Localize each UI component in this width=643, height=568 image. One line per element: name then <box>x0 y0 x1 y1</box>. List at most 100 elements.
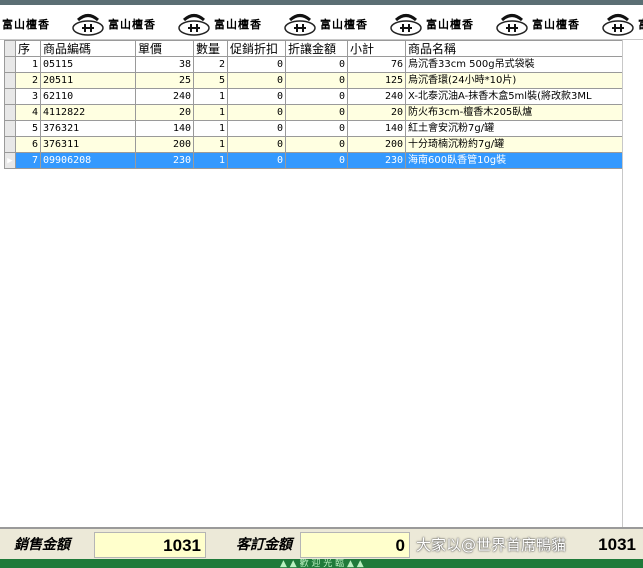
brand-name-text: 富山檀香 <box>214 18 262 31</box>
incense-logo-icon <box>72 14 104 36</box>
brand-logo-tile: 富山檀香 <box>278 8 384 38</box>
row-indicator[interactable] <box>4 72 16 89</box>
table-row[interactable]: ▶ 7 09906208 230 1 0 0 230 海南600臥香管10g裝 <box>4 152 623 169</box>
incense-logo-icon <box>496 14 528 36</box>
row-seq-cell[interactable]: 1 <box>15 56 41 73</box>
product-code-cell[interactable]: 20511 <box>40 72 136 89</box>
sales-detail-grid[interactable]: 序商品編碼 單價 數量 促銷折扣 折讓金額 小計 商品名稱 1 05115 38 2 0 0 76 烏沉香… <box>4 40 623 169</box>
row-seq-cell[interactable]: 5 <box>15 120 41 137</box>
brand-name-text: 富山檀香 <box>2 18 50 31</box>
subtotal-cell[interactable]: 230 <box>347 152 406 169</box>
row-seq-cell[interactable]: 2 <box>15 72 41 89</box>
brand-name-text: 富山檀香 <box>426 18 474 31</box>
column-header[interactable]: 序 <box>15 40 41 57</box>
column-header[interactable]: 促銷折扣 <box>227 40 286 57</box>
quantity-cell[interactable]: 1 <box>193 120 228 137</box>
table-row[interactable]: 6 376311 200 1 0 0 200 十分琦楠沉粉約7g/罐 <box>4 136 623 153</box>
table-row[interactable]: 1 05115 38 2 0 0 76 烏沉香33cm 500g吊式袋裝 <box>4 56 623 73</box>
row-indicator[interactable] <box>4 104 16 121</box>
product-name-cell[interactable]: 烏沉香33cm 500g吊式袋裝 <box>405 56 623 73</box>
product-name-cell[interactable]: 紅土會安沉粉7g/罐 <box>405 120 623 137</box>
product-code-cell[interactable]: 376311 <box>40 136 136 153</box>
order-amount-value: 0 <box>300 532 410 558</box>
column-header[interactable]: 商品名稱 <box>405 40 623 57</box>
quantity-cell[interactable]: 1 <box>193 152 228 169</box>
column-header[interactable]: 數量 <box>193 40 228 57</box>
subtotal-cell[interactable]: 20 <box>347 104 406 121</box>
allowance-cell[interactable]: 0 <box>285 72 348 89</box>
table-row[interactable]: 2 20511 25 5 0 0 125 烏沉香環(24小時*10片) <box>4 72 623 89</box>
subtotal-cell[interactable]: 240 <box>347 88 406 105</box>
product-code-cell[interactable]: 09906208 <box>40 152 136 169</box>
incense-logo-icon <box>390 14 422 36</box>
unit-price-cell[interactable]: 38 <box>135 56 194 73</box>
row-indicator-header <box>4 40 16 57</box>
allowance-cell[interactable]: 0 <box>285 104 348 121</box>
quantity-cell[interactable]: 1 <box>193 104 228 121</box>
incense-logo-icon <box>284 14 316 36</box>
totals-bar: 銷售金額 1031 客訂金額 0 大家以@世界首席鴨貓 1031 <box>0 527 643 559</box>
subtotal-cell[interactable]: 76 <box>347 56 406 73</box>
product-code-cell[interactable]: 62110 <box>40 88 136 105</box>
allowance-cell[interactable]: 0 <box>285 56 348 73</box>
product-code-cell[interactable]: 376321 <box>40 120 136 137</box>
row-indicator[interactable] <box>4 88 16 105</box>
row-indicator[interactable] <box>4 120 16 137</box>
allowance-cell[interactable]: 0 <box>285 120 348 137</box>
subtotal-cell[interactable]: 125 <box>347 72 406 89</box>
brand-banner: 富山檀香 富山檀香 富山檀香 富山檀香 富山檀香 富山檀香 富山檀香 <box>0 0 643 40</box>
subtotal-cell[interactable]: 200 <box>347 136 406 153</box>
row-indicator[interactable] <box>4 56 16 73</box>
product-code-cell[interactable]: 4112822 <box>40 104 136 121</box>
column-header[interactable]: 單價 <box>135 40 194 57</box>
table-row[interactable]: 4 4112822 20 1 0 0 20 防火布3cm-檀香木205臥爐 <box>4 104 623 121</box>
row-seq-cell[interactable]: 7 <box>15 152 41 169</box>
row-seq-cell[interactable]: 4 <box>15 104 41 121</box>
brand-logo-tile: 富山檀香 <box>596 8 643 38</box>
incense-logo-icon <box>602 14 634 36</box>
brand-name-text: 富山檀香 <box>108 18 156 31</box>
promo-discount-cell[interactable]: 0 <box>227 104 286 121</box>
column-header[interactable]: 商品編碼 <box>40 40 136 57</box>
column-header[interactable]: 小計 <box>347 40 406 57</box>
promo-discount-cell[interactable]: 0 <box>227 152 286 169</box>
unit-price-cell[interactable]: 240 <box>135 88 194 105</box>
quantity-cell[interactable]: 1 <box>193 136 228 153</box>
allowance-cell[interactable]: 0 <box>285 136 348 153</box>
product-name-cell[interactable]: 海南600臥香管10g裝 <box>405 152 623 169</box>
table-row[interactable]: 3 62110 240 1 0 0 240 X-北泰沉油A-抹香木盒5ml裝(將改款3ML <box>4 88 623 105</box>
status-bar: ▲ ▲ 歡 迎 光 臨 ▲ ▲ <box>0 559 643 568</box>
quantity-cell[interactable]: 2 <box>193 56 228 73</box>
promo-discount-cell[interactable]: 0 <box>227 120 286 137</box>
unit-price-cell[interactable]: 20 <box>135 104 194 121</box>
brand-logo-tile: 富山檀香 <box>384 8 490 38</box>
row-indicator[interactable]: ▶ <box>4 152 16 169</box>
unit-price-cell[interactable]: 230 <box>135 152 194 169</box>
product-name-cell[interactable]: 十分琦楠沉粉約7g/罐 <box>405 136 623 153</box>
column-header[interactable]: 折讓金額 <box>285 40 348 57</box>
promo-discount-cell[interactable]: 0 <box>227 72 286 89</box>
subtotal-cell[interactable]: 140 <box>347 120 406 137</box>
quantity-cell[interactable]: 5 <box>193 72 228 89</box>
product-name-cell[interactable]: X-北泰沉油A-抹香木盒5ml裝(將改款3ML <box>405 88 623 105</box>
promo-discount-cell[interactable]: 0 <box>227 56 286 73</box>
unit-price-cell[interactable]: 25 <box>135 72 194 89</box>
brand-name-text: 富山檀香 <box>532 18 580 31</box>
unit-price-cell[interactable]: 140 <box>135 120 194 137</box>
table-row[interactable]: 5 376321 140 1 0 0 140 紅土會安沉粉7g/罐 <box>4 120 623 137</box>
banner-top-border <box>0 0 643 5</box>
quantity-cell[interactable]: 1 <box>193 88 228 105</box>
product-name-cell[interactable]: 防火布3cm-檀香木205臥爐 <box>405 104 623 121</box>
product-name-cell[interactable]: 烏沉香環(24小時*10片) <box>405 72 623 89</box>
order-amount-label: 客訂金額 <box>236 537 292 553</box>
watermark-text: 大家以@世界首席鴨貓 <box>416 536 567 554</box>
row-indicator[interactable] <box>4 136 16 153</box>
row-seq-cell[interactable]: 6 <box>15 136 41 153</box>
allowance-cell[interactable]: 0 <box>285 88 348 105</box>
unit-price-cell[interactable]: 200 <box>135 136 194 153</box>
promo-discount-cell[interactable]: 0 <box>227 88 286 105</box>
promo-discount-cell[interactable]: 0 <box>227 136 286 153</box>
allowance-cell[interactable]: 0 <box>285 152 348 169</box>
product-code-cell[interactable]: 05115 <box>40 56 136 73</box>
row-seq-cell[interactable]: 3 <box>15 88 41 105</box>
